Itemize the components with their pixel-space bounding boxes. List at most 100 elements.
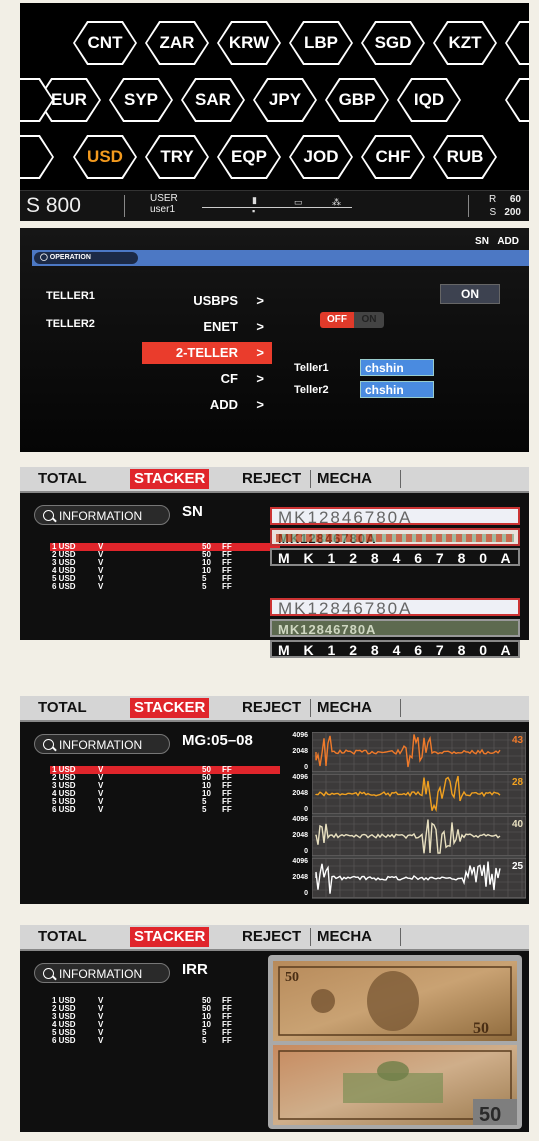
currency-rub[interactable]: RUB xyxy=(433,135,497,179)
information-button[interactable]: INFORMATION xyxy=(34,734,170,754)
user-name: user1 xyxy=(150,204,176,215)
mg-channel-value: 40 xyxy=(512,819,524,830)
portrait xyxy=(367,971,419,1031)
search-icon: ◯ xyxy=(40,254,50,261)
info-title: IRR xyxy=(182,961,208,978)
list-item[interactable]: 6 USD V 5 FF xyxy=(50,1037,280,1045)
teller2-field[interactable]: chshin xyxy=(360,381,434,398)
monitor-icon: ▭ xyxy=(294,197,303,207)
tab-mecha[interactable]: MECHA xyxy=(317,698,372,718)
currency-sgd[interactable]: SGD xyxy=(361,21,425,65)
teller-toggle[interactable]: OFF ON xyxy=(320,312,384,328)
search-icon xyxy=(43,739,54,750)
list-item[interactable]: 2 USD V 50 FF xyxy=(50,551,280,559)
currency-label: LBP xyxy=(291,23,351,63)
currency-label: JPY xyxy=(255,80,315,120)
list-item[interactable]: 3 USD V 10 FF xyxy=(50,1013,280,1021)
information-button[interactable]: INFORMATION xyxy=(34,505,170,525)
svg-text:50: 50 xyxy=(473,1020,489,1037)
list-item[interactable]: 6 USD V 5 FF xyxy=(50,583,280,591)
currency-jpy[interactable]: JPY xyxy=(253,78,317,122)
currency-label: IQD xyxy=(399,80,459,120)
currency-label: RUB xyxy=(435,137,495,177)
menu-item-add[interactable]: ADD > xyxy=(142,394,272,416)
currency-jod[interactable]: JOD xyxy=(289,135,353,179)
operation-topbar: SN ADD xyxy=(20,228,529,248)
serial-image-ir-2: MK12846780A xyxy=(270,619,520,637)
list-item[interactable]: 3 USD V 10 FF xyxy=(50,559,280,567)
teller1-side-label[interactable]: TELLER1 xyxy=(46,290,95,302)
list-item[interactable]: 4 USD V 10 FF xyxy=(50,567,280,575)
tab-bar: TOTAL STACKER REJECT MECHA xyxy=(20,467,529,493)
tab-stacker[interactable]: STACKER xyxy=(130,469,210,489)
tab-mecha[interactable]: MECHA xyxy=(317,469,372,489)
currency-syp[interactable]: SYP xyxy=(109,78,173,122)
currency-eqp[interactable]: EQP xyxy=(217,135,281,179)
list-item[interactable]: 5 USD V 5 FF xyxy=(50,575,280,583)
list-item[interactable]: 6 USD V 5 FF xyxy=(50,806,280,814)
menu-item-usbps[interactable]: USBPS > xyxy=(142,290,272,312)
information-label: INFORMATION xyxy=(59,509,143,523)
chevron-right-icon: > xyxy=(256,293,264,308)
currency-krw[interactable]: KRW xyxy=(217,21,281,65)
tab-mecha[interactable]: MECHA xyxy=(317,927,372,947)
currency-kzt[interactable]: KZT xyxy=(433,21,497,65)
serial-image-ir: MK12846780A xyxy=(270,528,520,546)
tab-reject[interactable]: REJECT xyxy=(242,927,301,947)
sn-screen: TOTAL STACKER REJECT MECHA INFORMATION S… xyxy=(20,467,529,640)
information-button[interactable]: INFORMATION xyxy=(34,963,170,983)
list-item[interactable]: 2 USD V 50 FF xyxy=(50,1005,280,1013)
currency-usd[interactable]: USD xyxy=(73,135,137,179)
currency-lbp[interactable]: LBP xyxy=(289,21,353,65)
mg-signal-graph: 43 28 40 25 xyxy=(312,732,526,899)
teller1-field[interactable]: chshin xyxy=(360,359,434,376)
currency-iqd[interactable]: IQD xyxy=(397,78,461,122)
mg-channel-value: 28 xyxy=(512,777,524,788)
tab-stacker[interactable]: STACKER xyxy=(130,927,210,947)
tab-divider xyxy=(310,470,311,488)
list-item[interactable]: 1 USD V 50 FF xyxy=(50,997,280,1005)
sn-add-label[interactable]: SN ADD xyxy=(475,236,519,247)
tab-total[interactable]: TOTAL xyxy=(38,469,87,489)
status-icons: ▮ ▪ ▭ ⁂ xyxy=(202,195,352,217)
toggle-off: OFF xyxy=(320,312,354,328)
menu-item-label: CF xyxy=(220,371,238,386)
list-item[interactable]: 3 USD V 10 FF xyxy=(50,782,280,790)
teller2-side-label[interactable]: TELLER2 xyxy=(46,318,95,330)
currency-gbp[interactable]: GBP xyxy=(325,78,389,122)
tab-total[interactable]: TOTAL xyxy=(38,927,87,947)
row-value: 5 xyxy=(202,805,207,814)
status-line xyxy=(202,207,352,208)
menu-item-enet[interactable]: ENET > xyxy=(142,316,272,338)
s-label: S xyxy=(489,207,497,218)
info-title: MG:05–08 xyxy=(182,732,253,749)
menu-item-2-teller[interactable]: 2-TELLER > xyxy=(142,342,272,364)
list-item[interactable]: 2 USD V 50 FF xyxy=(50,774,280,782)
row-mark: V xyxy=(98,805,104,814)
currency-try[interactable]: TRY xyxy=(145,135,209,179)
list-item[interactable]: 1 USD V 50 FF xyxy=(50,766,280,774)
currency-zar[interactable]: ZAR xyxy=(145,21,209,65)
list-item[interactable]: 5 USD V 5 FF xyxy=(50,1029,280,1037)
list-item[interactable]: 4 USD V 10 FF xyxy=(50,790,280,798)
toggle-on: ON xyxy=(354,312,384,328)
on-button[interactable]: ON xyxy=(440,284,500,304)
menu-item-cf[interactable]: CF > xyxy=(142,368,272,390)
list-item[interactable]: 1 USD V 50 FF xyxy=(50,543,280,551)
currency-chf[interactable]: CHF xyxy=(361,135,425,179)
currency-cnt[interactable]: CNT xyxy=(73,21,137,65)
serial-image-visible: MK12846780A xyxy=(270,507,520,525)
operation-tab[interactable]: ◯ OPERATION xyxy=(34,252,138,264)
tab-stacker[interactable]: STACKER xyxy=(130,698,210,718)
row-value: 5 xyxy=(202,1036,207,1045)
mg-axis-tick: 0 xyxy=(304,848,308,855)
tab-reject[interactable]: REJECT xyxy=(242,698,301,718)
currency-label: ZAR xyxy=(147,23,207,63)
teller1-label: Teller1 xyxy=(294,362,329,374)
list-item[interactable]: 5 USD V 5 FF xyxy=(50,798,280,806)
list-item[interactable]: 4 USD V 10 FF xyxy=(50,1021,280,1029)
tab-reject[interactable]: REJECT xyxy=(242,469,301,489)
banknote-image: 50 50 50 xyxy=(273,961,517,1125)
currency-sar[interactable]: SAR xyxy=(181,78,245,122)
tab-total[interactable]: TOTAL xyxy=(38,698,87,718)
